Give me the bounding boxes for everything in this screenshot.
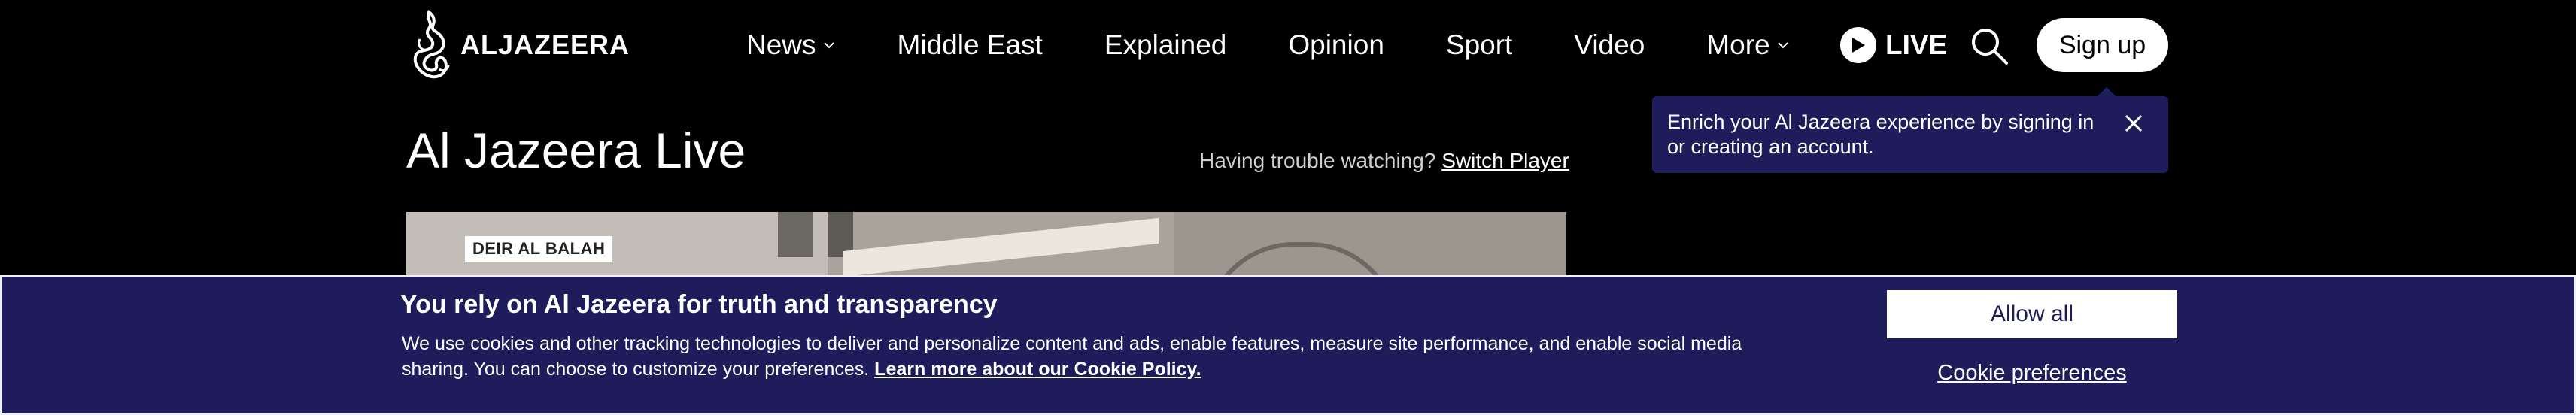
sign-up-button[interactable]: Sign up (2037, 18, 2168, 72)
search-icon[interactable] (1969, 26, 2009, 66)
site-header: ALJAZEERA News Middle East Explained Opi… (0, 0, 2576, 90)
chevron-down-icon (823, 42, 834, 49)
live-label: LIVE (1885, 29, 1948, 60)
nav-item-label: News (746, 29, 816, 60)
tooltip-text: Enrich your Al Jazeera experience by sig… (1667, 111, 2095, 158)
aljazeera-logo[interactable]: ALJAZEERA (406, 9, 630, 81)
nav-item-label: More (1706, 29, 1770, 60)
switch-player-link[interactable]: Switch Player (1441, 149, 1569, 172)
allow-all-button[interactable]: Allow all (1887, 290, 2177, 338)
live-button[interactable]: LIVE (1840, 26, 1947, 65)
logo-text: ALJAZEERA (460, 29, 630, 60)
cookie-banner-title: You rely on Al Jazeera for truth and tra… (400, 290, 998, 319)
player-trouble-text: Having trouble watching? Switch Player (1199, 149, 1569, 173)
nav-item-label: Middle East (897, 29, 1043, 60)
nav-item-label: Video (1574, 29, 1645, 60)
page-title: Al Jazeera Live (406, 123, 746, 178)
cookie-consent-banner: You rely on Al Jazeera for truth and tra… (0, 275, 2576, 415)
nav-item-middle-east[interactable]: Middle East (898, 29, 1043, 61)
chevron-down-icon (1777, 42, 1788, 49)
close-icon[interactable] (2122, 111, 2146, 135)
cookie-banner-body: We use cookies and other tracking techno… (402, 331, 1809, 382)
signin-tooltip: Enrich your Al Jazeera experience by sig… (1652, 87, 2168, 173)
cookie-preferences-link[interactable]: Cookie preferences (1887, 361, 2177, 386)
nav-item-news[interactable]: News (746, 29, 836, 61)
main-nav: News Middle East Explained Opinion Sport… (746, 23, 1852, 68)
page: ALJAZEERA News Middle East Explained Opi… (0, 0, 2576, 415)
nav-item-label: Explained (1104, 29, 1227, 60)
play-icon (1840, 27, 1876, 63)
aljazeera-emblem-icon (413, 9, 450, 79)
trouble-text: Having trouble watching? (1199, 149, 1436, 172)
nav-item-label: Sport (1445, 29, 1513, 60)
video-frame-detail (778, 212, 813, 257)
nav-item-explained[interactable]: Explained (1104, 29, 1227, 61)
nav-item-video[interactable]: Video (1574, 29, 1645, 61)
nav-item-label: Opinion (1288, 29, 1384, 60)
nav-item-sport[interactable]: Sport (1446, 29, 1512, 61)
location-tag: DEIR AL BALAH (465, 236, 613, 262)
nav-item-more[interactable]: More (1706, 29, 1789, 61)
nav-item-opinion[interactable]: Opinion (1288, 29, 1384, 61)
cookie-policy-link[interactable]: Learn more about our Cookie Policy. (874, 359, 1201, 380)
